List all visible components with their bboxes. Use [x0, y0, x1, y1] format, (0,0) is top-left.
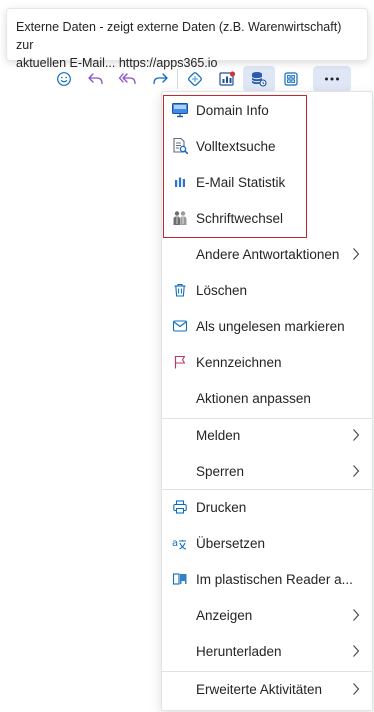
chevron-right-icon: [353, 429, 360, 441]
menu-item-label: Sperren: [196, 463, 245, 479]
menu-item-sperren[interactable]: Sperren: [162, 453, 372, 489]
trash-icon: [174, 283, 185, 297]
smiley-icon: [57, 72, 71, 86]
apps-icon: [284, 72, 298, 86]
external-data-icon: [251, 72, 267, 87]
reply-icon: [88, 73, 103, 85]
menu-item-label: Drucken: [196, 499, 247, 515]
menu-item-uebersetzen[interactable]: a Übersetzen: [162, 525, 372, 561]
menu-item-domain-info[interactable]: Domain Info: [162, 92, 372, 128]
menu-item-label: Kennzeichnen: [196, 354, 282, 370]
people-icon: [173, 211, 186, 225]
menu-item-erweiterte-aktivitaeten[interactable]: Erweiterte Aktivitäten: [162, 671, 372, 707]
menu-item-aktionen-anpassen[interactable]: Aktionen anpassen: [162, 380, 372, 416]
menu-item-als-ungelesen-markieren[interactable]: Als ungelesen markieren: [162, 308, 372, 344]
menu-item-herunterladen[interactable]: Herunterladen: [162, 633, 372, 669]
menu-item-loeschen[interactable]: Löschen: [162, 272, 372, 308]
more-icon: [325, 77, 339, 81]
menu-item-kennzeichnen[interactable]: Kennzeichnen: [162, 344, 372, 380]
forward-icon: [153, 73, 168, 85]
tooltip-line-1: Externe Daten - zeigt externe Daten (z.B…: [16, 20, 342, 52]
menu-item-anzeigen[interactable]: Anzeigen: [162, 597, 372, 633]
menu-item-label: Löschen: [196, 282, 248, 298]
menu-item-volltextsuche[interactable]: Volltextsuche: [162, 128, 372, 164]
chevron-right-icon: [353, 248, 360, 260]
menu-item-label: Volltextsuche: [196, 138, 276, 154]
menu-item-andere-antwortaktionen[interactable]: Andere Antwortaktionen: [162, 236, 372, 272]
chevron-right-icon: [353, 683, 360, 695]
chart-icon: [219, 71, 236, 86]
document-search-icon: [172, 137, 188, 155]
more-actions-menu: Domain Info Volltextsuche E-Mail Statist…: [161, 91, 373, 711]
immersive-reader-icon: [172, 573, 186, 585]
menu-item-label: Übersetzen: [196, 535, 266, 551]
toolbar-separator: [177, 69, 178, 89]
addin-icon: [188, 72, 202, 86]
chevron-right-icon: [353, 465, 360, 477]
menu-item-label: Im plastischen Reader a...: [196, 571, 353, 587]
menu-item-label: Anzeigen: [196, 607, 253, 623]
tooltip: Externe Daten - zeigt externe Daten (z.B…: [6, 8, 368, 70]
menu-item-label: Schriftwechsel: [196, 210, 284, 226]
printer-icon: [172, 500, 187, 514]
bar-chart-icon: [174, 177, 185, 187]
menu-item-schriftwechsel[interactable]: Schriftwechsel: [162, 200, 372, 236]
flag-icon: [174, 355, 185, 369]
menu-item-email-statistik[interactable]: E-Mail Statistik: [162, 164, 372, 200]
tooltip-line-2: aktuellen E-Mail... https://apps365.io: [16, 56, 218, 70]
chevron-right-icon: [353, 609, 360, 621]
menu-item-label: Aktionen anpassen: [196, 390, 311, 406]
menu-item-label: Domain Info: [196, 102, 269, 118]
envelope-icon: [172, 320, 187, 332]
menu-item-label: Melden: [196, 427, 241, 443]
reply-all-icon: [118, 73, 136, 85]
menu-item-label: Erweiterte Aktivitäten: [196, 681, 323, 697]
menu-item-label: Herunterladen: [196, 643, 282, 659]
menu-item-label: Andere Antwortaktionen: [196, 246, 340, 262]
menu-item-plastischer-reader[interactable]: Im plastischen Reader a...: [162, 561, 372, 597]
monitor-icon: [171, 103, 188, 118]
menu-item-drucken[interactable]: Drucken: [162, 489, 372, 525]
menu-item-label: E-Mail Statistik: [196, 174, 286, 190]
menu-item-melden[interactable]: Melden: [162, 417, 372, 453]
translate-icon: a: [172, 538, 186, 550]
svg-text:a: a: [172, 538, 178, 549]
chevron-right-icon: [353, 645, 360, 657]
menu-item-label: Als ungelesen markieren: [196, 318, 345, 334]
